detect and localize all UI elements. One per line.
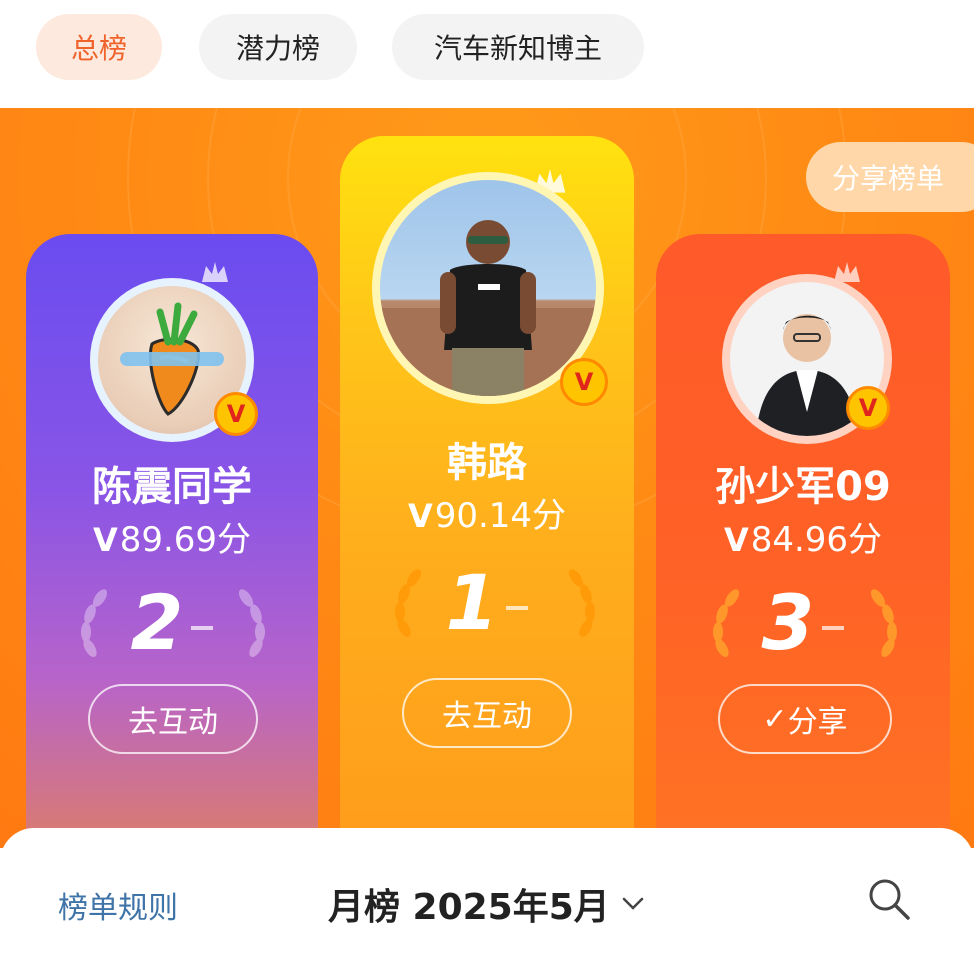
period-selector[interactable]: 月榜 2025年5月 bbox=[328, 878, 644, 930]
rank-value: 2 bbox=[130, 578, 184, 667]
interact-button[interactable]: 去互动 bbox=[402, 678, 572, 748]
period-label: 月榜 2025年5月 bbox=[328, 887, 610, 928]
podium-card-second[interactable]: V 陈震同学 V89.69分 2 去互动 bbox=[26, 234, 318, 848]
v-score-icon: V bbox=[407, 497, 433, 535]
blogger-score: V89.69分 bbox=[26, 512, 318, 561]
blogger-name[interactable]: 韩路 bbox=[340, 430, 634, 488]
tab-potential[interactable]: 潜力榜 bbox=[199, 14, 357, 80]
man-portrait-image bbox=[380, 220, 596, 396]
score-value: 84.96分 bbox=[750, 520, 883, 560]
leaderboard-rules-link[interactable]: 榜单规则 bbox=[58, 883, 178, 927]
rank-number: 3 bbox=[656, 578, 950, 667]
tab-bar: 总榜 潜力榜 汽车新知博主 bbox=[0, 0, 974, 108]
rank-number: 2 bbox=[26, 578, 318, 667]
podium-card-first[interactable]: V 韩路 V90.14分 1 去互动 bbox=[340, 136, 634, 848]
blogger-name[interactable]: 孙少军09 bbox=[656, 454, 950, 512]
verified-v-badge-icon: V bbox=[560, 358, 608, 406]
podium-card-third[interactable]: V 孙少军09 V84.96分 3 ✓ 分享 bbox=[656, 234, 950, 848]
rank-value: 3 bbox=[761, 578, 815, 667]
verified-v-badge-icon: V bbox=[846, 386, 890, 430]
share-label: 分享 bbox=[787, 705, 848, 740]
search-icon[interactable] bbox=[866, 876, 912, 922]
interact-button[interactable]: 去互动 bbox=[88, 684, 258, 754]
check-icon: ✓ bbox=[762, 701, 788, 737]
v-score-icon: V bbox=[723, 521, 749, 559]
tab-car-bloggers[interactable]: 汽车新知博主 bbox=[392, 14, 644, 80]
v-score-icon: V bbox=[92, 521, 118, 559]
tab-overall[interactable]: 总榜 bbox=[36, 14, 162, 80]
leaderboard-filter-bar: 榜单规则 月榜 2025年5月 bbox=[0, 828, 974, 974]
rank-change-dash bbox=[822, 626, 845, 630]
score-value: 90.14分 bbox=[434, 496, 567, 536]
share-leaderboard-button[interactable]: 分享榜单 bbox=[806, 142, 974, 212]
leaderboard-podium: 分享榜单 V 陈震同学 V89.69分 2 去互动 V 韩路 V90.14分 1… bbox=[0, 108, 974, 848]
blogger-name[interactable]: 陈震同学 bbox=[26, 454, 318, 512]
verified-v-badge-icon: V bbox=[214, 392, 258, 436]
blogger-score: V90.14分 bbox=[340, 488, 634, 537]
avatar-hanlu[interactable] bbox=[380, 180, 596, 396]
score-value: 89.69分 bbox=[119, 520, 252, 560]
rank-value: 1 bbox=[445, 558, 499, 647]
rank-number: 1 bbox=[340, 558, 634, 647]
rank-change-dash bbox=[506, 606, 529, 610]
rank-change-dash bbox=[191, 626, 214, 630]
blogger-score: V84.96分 bbox=[656, 512, 950, 561]
chevron-down-icon bbox=[622, 897, 644, 910]
share-button[interactable]: ✓ 分享 bbox=[718, 684, 892, 754]
